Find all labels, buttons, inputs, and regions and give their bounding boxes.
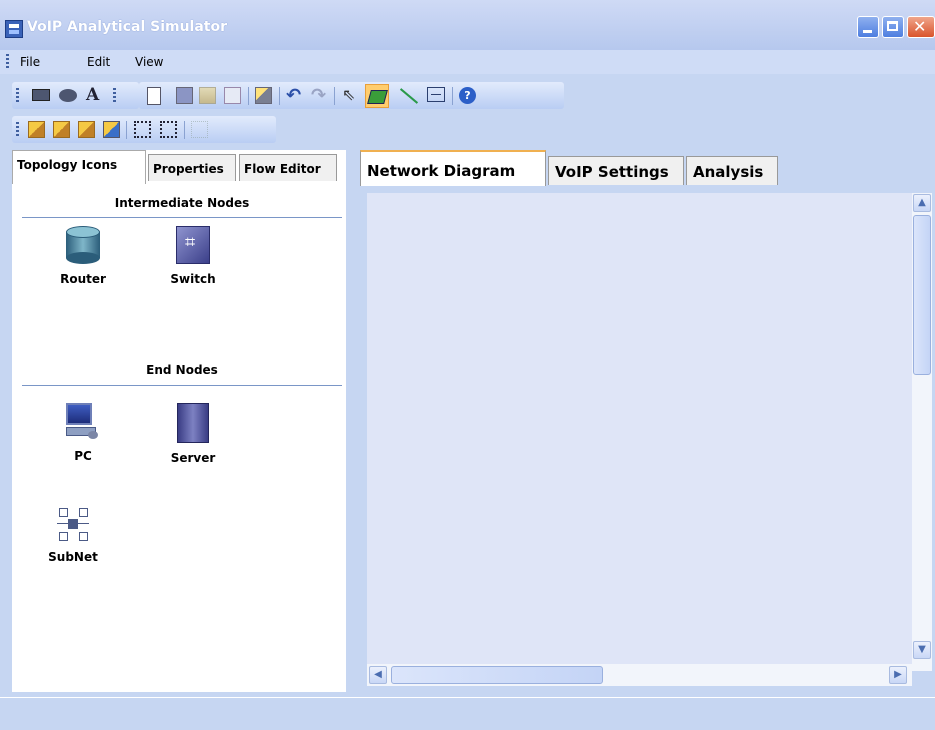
switch-icon: ⌗ xyxy=(176,226,210,264)
send-to-back-icon[interactable] xyxy=(53,121,70,138)
tab-properties[interactable]: Properties xyxy=(148,154,236,181)
toolbar-separator xyxy=(184,121,185,139)
subnet-node[interactable]: SubNet xyxy=(38,508,108,564)
help-icon[interactable]: ? xyxy=(459,87,476,104)
switch-label: Switch xyxy=(170,272,216,286)
router-node[interactable]: Router xyxy=(48,226,118,286)
frame-tool-icon[interactable] xyxy=(427,87,445,102)
section-divider xyxy=(22,385,342,386)
status-bar xyxy=(0,697,935,730)
subnet-label: SubNet xyxy=(48,550,98,564)
server-icon xyxy=(177,403,209,443)
menu-bar: File Edit View xyxy=(0,50,935,74)
tab-analysis[interactable]: Analysis xyxy=(686,156,778,185)
scroll-up-button[interactable]: ▲ xyxy=(913,194,931,212)
menu-view[interactable]: View xyxy=(135,55,163,69)
group-icon[interactable] xyxy=(134,121,151,138)
print-preview-icon[interactable] xyxy=(224,87,241,104)
toolbar-separator xyxy=(126,121,127,139)
arrange-toolbar xyxy=(12,116,276,143)
toolbar-grip[interactable] xyxy=(16,122,19,138)
close-icon: ✕ xyxy=(913,17,927,36)
bring-to-front-icon[interactable] xyxy=(28,121,45,138)
app-icon xyxy=(5,20,23,38)
close-button[interactable]: ✕ xyxy=(907,16,935,38)
server-node[interactable]: Server xyxy=(158,403,228,465)
align-grid-icon[interactable] xyxy=(191,121,208,138)
vertical-scrollbar[interactable]: ▲ ▼ xyxy=(912,193,932,671)
new-file-icon[interactable] xyxy=(147,87,161,105)
text-tool-icon[interactable]: A xyxy=(86,85,103,105)
toolbar-separator xyxy=(248,87,249,105)
toolbar-grip[interactable] xyxy=(16,88,19,104)
maximize-button[interactable] xyxy=(882,16,904,38)
main-toolbar: ↶ ↷ ⇖ ? xyxy=(139,82,564,109)
ellipse-icon[interactable] xyxy=(59,89,77,102)
menu-file[interactable]: File xyxy=(20,55,40,69)
switch-node[interactable]: ⌗ Switch xyxy=(158,226,228,286)
toolbar-separator xyxy=(334,87,335,105)
subnet-icon xyxy=(57,508,89,542)
properties-icon[interactable] xyxy=(255,87,272,104)
main-tabs: Network Diagram VoIP Settings Analysis xyxy=(360,150,935,186)
end-nodes-heading: End Nodes xyxy=(146,363,218,377)
section-divider xyxy=(22,217,342,218)
scroll-right-button[interactable]: ▶ xyxy=(889,666,907,684)
pointer-icon[interactable]: ⇖ xyxy=(342,85,359,104)
router-icon xyxy=(66,226,100,264)
ungroup-icon[interactable] xyxy=(160,121,177,138)
line-tool-icon[interactable] xyxy=(397,86,419,106)
toolbar-separator xyxy=(279,87,280,105)
pc-icon xyxy=(66,403,100,441)
scroll-down-button[interactable]: ▼ xyxy=(913,641,931,659)
server-label: Server xyxy=(170,451,216,465)
shapes-toolbar: A xyxy=(12,82,139,109)
horizontal-scroll-thumb[interactable] xyxy=(391,666,603,684)
horizontal-scrollbar[interactable]: ◀ ▶ xyxy=(367,664,912,686)
redo-icon[interactable]: ↷ xyxy=(311,85,328,106)
vertical-scroll-thumb[interactable] xyxy=(913,215,931,375)
save-icon[interactable] xyxy=(176,87,193,104)
minimize-button[interactable] xyxy=(857,16,879,38)
window-title: VoIP Analytical Simulator xyxy=(27,19,228,35)
scroll-left-button[interactable]: ◀ xyxy=(369,666,387,684)
pc-label: PC xyxy=(74,449,92,463)
intermediate-nodes-heading: Intermediate Nodes xyxy=(114,196,250,210)
router-label: Router xyxy=(60,272,106,286)
rectangle-icon[interactable] xyxy=(32,89,50,101)
network-diagram-canvas[interactable] xyxy=(367,193,912,671)
tab-topology-icons[interactable]: Topology Icons xyxy=(12,150,146,184)
connector-tool-icon[interactable] xyxy=(365,84,389,108)
bring-forward-icon[interactable] xyxy=(78,121,95,138)
tab-flow-editor[interactable]: Flow Editor xyxy=(239,154,337,181)
toolbar-separator xyxy=(452,87,453,105)
side-panel-tabs: Topology Icons Properties Flow Editor xyxy=(12,150,352,184)
open-folder-icon[interactable] xyxy=(199,87,216,104)
undo-icon[interactable]: ↶ xyxy=(286,85,303,106)
app-window: VoIP Analytical Simulator ✕ File Edit Vi… xyxy=(0,0,935,730)
pc-node[interactable]: PC xyxy=(48,403,118,463)
toolbar-grip[interactable] xyxy=(113,88,116,104)
menu-grip[interactable] xyxy=(6,54,9,68)
send-backward-icon[interactable] xyxy=(103,121,120,138)
tab-network-diagram[interactable]: Network Diagram xyxy=(360,150,546,186)
menu-edit[interactable]: Edit xyxy=(87,55,110,69)
title-bar[interactable]: VoIP Analytical Simulator ✕ xyxy=(0,0,935,50)
tab-voip-settings[interactable]: VoIP Settings xyxy=(548,156,684,185)
